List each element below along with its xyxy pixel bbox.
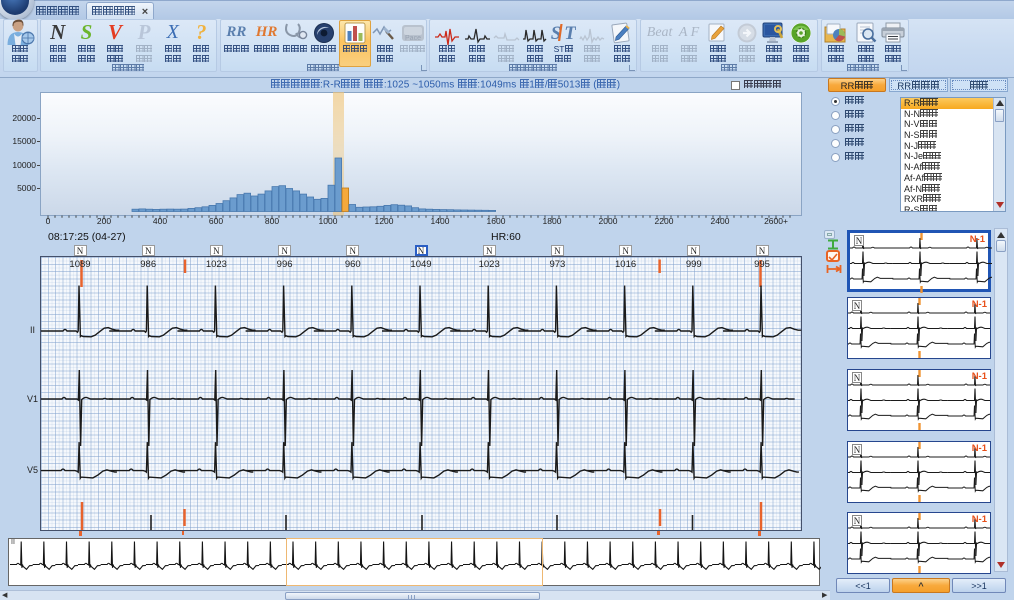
svg-text:Pace: Pace bbox=[405, 35, 421, 42]
svg-text:T: T bbox=[564, 23, 576, 44]
